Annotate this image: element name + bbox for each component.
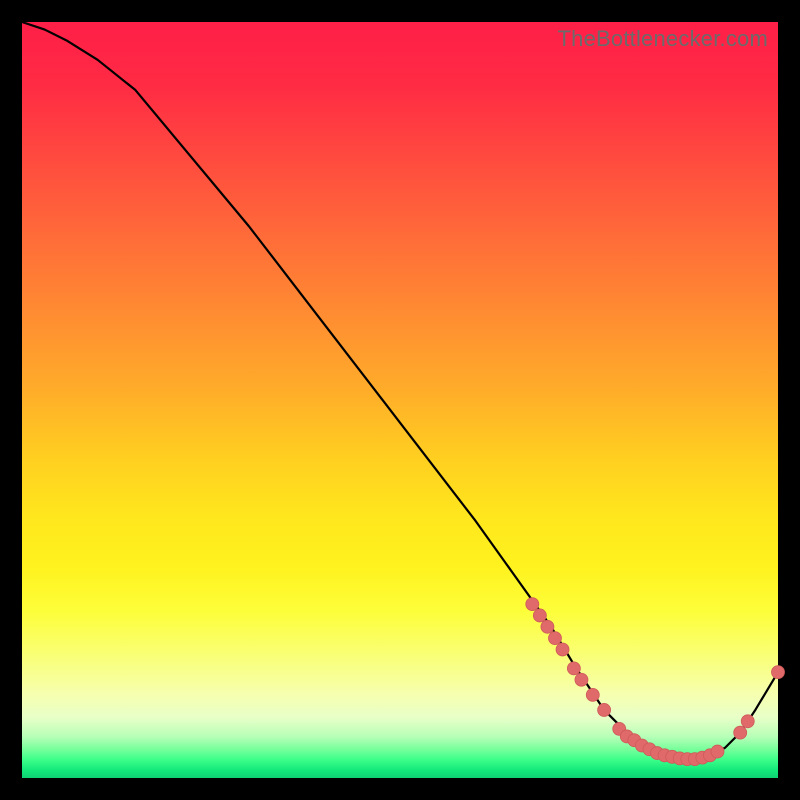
- curve-marker: [711, 745, 724, 758]
- curve-marker: [741, 715, 754, 728]
- curve-marker: [556, 643, 569, 656]
- curve-markers: [526, 598, 785, 766]
- curve-svg: [22, 22, 778, 778]
- curve-marker: [772, 666, 785, 679]
- curve-marker: [598, 703, 611, 716]
- curve-marker: [575, 673, 588, 686]
- curve-marker: [541, 620, 554, 633]
- curve-marker: [548, 632, 561, 645]
- chart-plot-area: TheBottlenecker.com: [22, 22, 778, 778]
- bottleneck-curve: [22, 22, 778, 759]
- curve-marker: [586, 688, 599, 701]
- chart-stage: TheBottlenecker.com: [0, 0, 800, 800]
- curve-marker: [567, 662, 580, 675]
- curve-marker: [734, 726, 747, 739]
- curve-marker: [533, 609, 546, 622]
- curve-marker: [526, 598, 539, 611]
